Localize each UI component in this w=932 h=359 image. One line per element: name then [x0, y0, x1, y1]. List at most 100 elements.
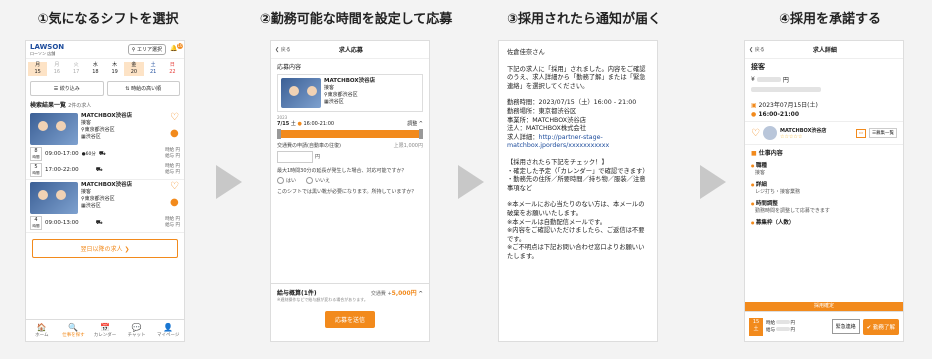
tab-home[interactable]: 🏠 ホーム	[26, 320, 58, 341]
tab-label: マイページ	[156, 333, 180, 338]
shift-row[interactable]: 8 時間 09:00-17:00 ●60分 ⛟ 時給 円給与 円	[30, 147, 180, 161]
heart-icon[interactable]: ♡	[170, 113, 180, 123]
job-role: 接客	[324, 85, 335, 91]
date-badge-dow: 土	[753, 325, 759, 332]
shift-hours: 8	[34, 148, 38, 154]
calendar-day[interactable]: 木 19	[105, 62, 124, 76]
sort-button[interactable]: ⇅ 時給の高い順	[106, 81, 180, 96]
shift-row[interactable]: 5 時間 17:00-22:00 ⛟ 時給 円給与 円	[30, 163, 180, 177]
shoes-question: このシフトでは黒い靴が必要になります。所持していますか？	[277, 188, 423, 195]
detail-place: 勤務場所：東京都渋谷区	[507, 107, 577, 115]
submit-application-button[interactable]: 応募を送信	[325, 311, 375, 328]
chat-button[interactable]: ▭	[855, 128, 866, 138]
bell-icon[interactable]: 🔔 10	[170, 42, 183, 55]
step-title-1: ①気になるシフトを選択	[37, 12, 179, 27]
shoes-label: このシフトでは黒い靴が必要になります。所持していますか？	[277, 189, 417, 195]
tab-search[interactable]: 🔍 仕事を探す	[58, 320, 90, 341]
calendar-day[interactable]: 火 17	[67, 62, 86, 76]
urgent-contact-button[interactable]: 緊急連絡	[831, 319, 860, 334]
wage-label: 時給	[766, 320, 775, 326]
radio-yes[interactable]: はい	[277, 177, 296, 184]
radio-no-label: いいえ	[315, 178, 331, 184]
job-photo	[30, 113, 78, 145]
next-day-jobs-button[interactable]: 翌日以降の求人 ❯	[32, 239, 178, 258]
nav-bar: ❮ 戻る 求人応募	[271, 41, 429, 59]
calendar-day[interactable]: 土 21	[144, 62, 163, 76]
tab-label: 仕事を探す	[62, 333, 85, 338]
pay-placeholder	[776, 326, 791, 331]
email-intro: 下記の求人に「採用」されました。内容をご確認のうえ、求人詳細から「勤務了解」また…	[507, 65, 646, 90]
job-ward: 渋谷区	[328, 99, 344, 105]
detail-time: 勤務時間：2023/07/15（土）16:00 - 21:00	[507, 99, 637, 107]
notification-badge: 10	[177, 42, 183, 49]
address-placeholder	[751, 87, 821, 92]
shift-date: 7/15	[277, 121, 290, 127]
tab-calendar[interactable]: 📅 カレンダー	[89, 320, 121, 341]
area-select-button[interactable]: ⚲ エリア選択	[127, 44, 166, 55]
chevron-left-icon: ❮	[749, 47, 754, 53]
phone-search-screen: LAWSON ローソン 店舗 ⚲ エリア選択 🔔 10 月 15 月 16 火 17 水…	[25, 40, 185, 342]
chevron-left-icon: ❮	[275, 47, 280, 53]
item-value: 勤務時間を調整して応募できます	[755, 208, 830, 214]
time-adjuster: 2023 7/15 土 ● 16:00-21:00 調整 ^	[277, 115, 423, 139]
job-role: 接客	[81, 120, 92, 126]
job-photo	[281, 78, 321, 108]
wage-label: 時給	[165, 164, 175, 169]
item-heading: 募集枠（人数）	[751, 218, 897, 226]
tab-mypage[interactable]: 👤 マイページ	[152, 320, 184, 341]
truck-icon: ⛟	[95, 219, 103, 226]
phone-apply-screen: ❮ 戻る 求人応募 応募内容 MATCHBOX渋谷店 接客 ⚲東京都渋谷区 ▦渋…	[270, 40, 430, 342]
shift-unit: 時間	[32, 224, 40, 228]
map-pin-icon[interactable]: ●	[170, 198, 180, 208]
notification-email: 佐倉佳奈さん 下記の求人に「採用」されました。内容をご確認のうえ、求人詳細から「…	[499, 41, 657, 269]
step-arrow-icon	[216, 165, 242, 199]
app-header: LAWSON ローソン 店舗 ⚲ エリア選択 🔔 10	[26, 41, 184, 59]
detail-corp: 法人：MATCHBOX株式会社	[507, 125, 587, 133]
transport-limit: 上限1,000円	[393, 143, 423, 149]
back-button[interactable]: ❮ 戻る	[749, 46, 765, 53]
email-notes: ※本メールにお心当たりのない方は、本メールの破棄をお願いいたします。 ※本メール…	[507, 201, 649, 261]
job-card[interactable]: MATCHBOX渋谷店 接客 ⚲東京都渋谷区 ▦渋谷区 ♡ ● 4 時間 09:0…	[26, 180, 184, 233]
job-ward: 渋谷区	[85, 203, 101, 209]
shift-row[interactable]: 4 時間 09:00-13:00 ⛟ 時給 円給与 円	[30, 216, 180, 230]
truck-icon: ⛟	[95, 166, 103, 173]
day-of-week: 金	[131, 62, 137, 68]
day-of-week: 水	[92, 62, 98, 68]
heart-icon[interactable]: ♡	[751, 128, 760, 139]
lawson-logo: LAWSON	[30, 42, 65, 51]
step-title-3: ③採用されたら通知が届く	[506, 12, 661, 27]
transport-label: 交通費の申請(自動車の往復)	[277, 143, 341, 149]
job-card[interactable]: MATCHBOX渋谷店 接客 ⚲東京都渋谷区 ▦渋谷区 ♡ ● 8 時間 09:0…	[26, 111, 184, 180]
bottom-tab-bar: 🏠 ホーム 🔍 仕事を探す 📅 カレンダー 💬 チャット 👤 マイページ	[26, 319, 184, 341]
work-item: 募集枠（人数）	[751, 218, 897, 226]
heart-icon[interactable]: ♡	[170, 182, 180, 192]
calendar-day[interactable]: 月 15	[28, 62, 48, 76]
filter-button[interactable]: ☰ 絞り込み	[30, 81, 104, 96]
chevron-up-icon[interactable]: ^	[418, 291, 423, 297]
transport-plus-label: 交通費 +	[370, 291, 392, 297]
tab-chat[interactable]: 💬 チャット	[121, 320, 153, 341]
search-icon: 🔍	[68, 323, 79, 332]
day-of-week: 火	[73, 62, 79, 68]
calendar-day[interactable]: 日 22	[163, 62, 182, 76]
back-button[interactable]: ❮ 戻る	[275, 46, 291, 53]
calendar-day[interactable]: 月 16	[47, 62, 66, 76]
email-note: ※内容をご確認いただけましたら、ご返信は不要です。	[507, 227, 645, 243]
accept-work-button[interactable]: ✔ 勤務了解	[862, 318, 899, 335]
calendar-day[interactable]: 金 20	[124, 62, 144, 76]
job-list-button[interactable]: ☰募集一覧	[868, 128, 897, 138]
transport-input[interactable]	[277, 151, 313, 163]
adjust-toggle[interactable]: 調整 ^	[407, 120, 423, 127]
shift-unit: 時間	[32, 171, 40, 175]
radio-no[interactable]: いいえ	[306, 177, 330, 184]
step-title-2: ②勤務可能な時間を設定して応募	[259, 12, 453, 27]
calendar-day[interactable]: 水 18	[86, 62, 105, 76]
email-note: ※ご不明点は下記お問い合わせ窓口よりお願いいたします。	[507, 244, 645, 260]
email-note: ※本メールは自動配信メールです。	[507, 218, 607, 226]
page-title: 求人応募	[338, 47, 363, 54]
wage-yen: 円	[175, 148, 181, 153]
shift-hours: 5	[34, 164, 38, 170]
map-pin-icon[interactable]: ●	[170, 129, 180, 139]
job-photo	[30, 182, 78, 214]
time-range-slider[interactable]	[277, 129, 423, 139]
